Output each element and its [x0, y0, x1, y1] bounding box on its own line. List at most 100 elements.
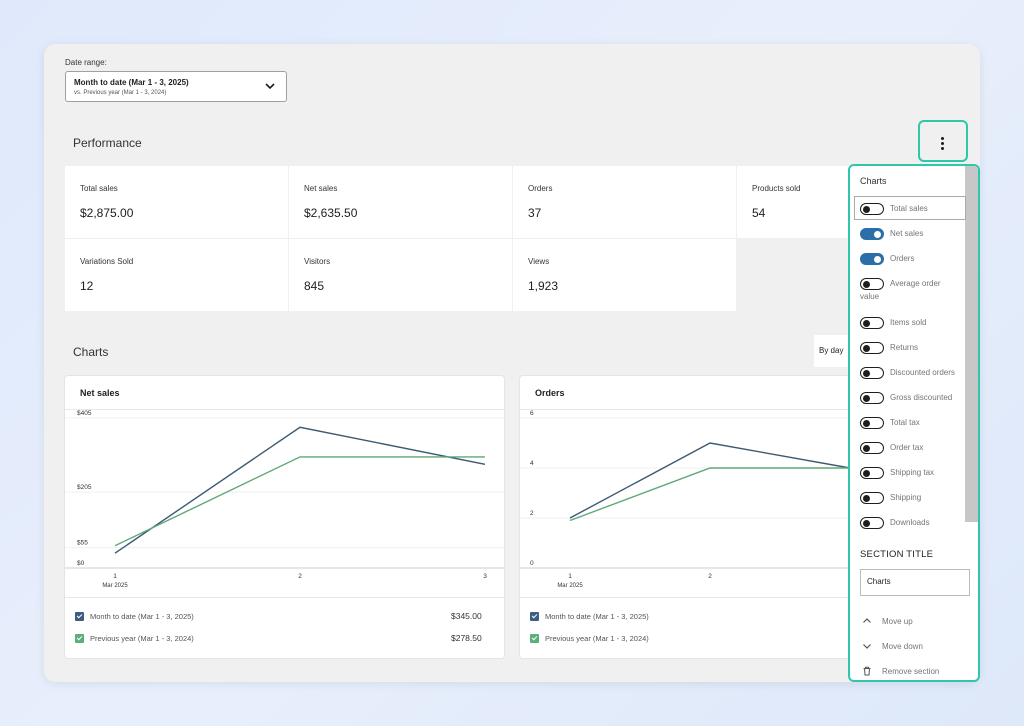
- toggle-switch[interactable]: [860, 492, 884, 504]
- stat-label: Variations Sold: [80, 257, 134, 266]
- stat-value: $2,635.50: [304, 206, 358, 220]
- toggle-switch[interactable]: [860, 317, 884, 329]
- charts-settings-menu: Charts Total sales Net sales Orders Aver…: [848, 164, 980, 682]
- checkbox-icon[interactable]: [75, 634, 84, 643]
- toggle-label-continued: value: [860, 292, 880, 301]
- series-line-current: [569, 442, 851, 519]
- checkbox-icon[interactable]: [530, 634, 539, 643]
- x-tick-label: 2: [298, 573, 302, 580]
- stat-value: $2,875.00: [80, 206, 134, 220]
- toggle-label: Gross discounted: [890, 393, 953, 402]
- analytics-panel: Date range: Month to date (Mar 1 - 3, 20…: [44, 44, 980, 682]
- stat-label: Visitors: [304, 257, 331, 266]
- scrollbar-thumb[interactable]: [965, 166, 978, 522]
- stat-value: 54: [752, 206, 766, 220]
- chevron-down-icon: [265, 83, 275, 90]
- toggle-switch[interactable]: [860, 417, 884, 429]
- divider: [65, 597, 504, 598]
- chevron-up-icon: [863, 618, 871, 623]
- toggle-switch[interactable]: [860, 342, 884, 354]
- kebab-dot-icon: [941, 147, 944, 150]
- x-tick-label: 1: [113, 573, 117, 580]
- toggle-label: Returns: [890, 343, 919, 352]
- toggle-switch[interactable]: [860, 392, 884, 404]
- y-tick-label: 6: [530, 410, 534, 417]
- toggle-switch[interactable]: [860, 442, 884, 454]
- stat-label: Net sales: [304, 184, 338, 193]
- stat-label: Views: [528, 257, 550, 266]
- x-tick-label: 1: [568, 573, 572, 580]
- y-tick-label: 4: [530, 460, 534, 467]
- stat-visitors[interactable]: Visitors 845: [289, 239, 512, 311]
- toggle-switch[interactable]: [860, 203, 884, 215]
- x-tick-label: 2: [708, 573, 712, 580]
- y-tick-label: $55: [77, 540, 88, 547]
- orders-chart: 0246123Mar 2025: [520, 410, 860, 589]
- toggle-label: Shipping: [890, 493, 922, 502]
- toggle-label: Shipping tax: [890, 468, 935, 477]
- date-range-select[interactable]: Month to date (Mar 1 - 3, 2025) vs. Prev…: [65, 71, 287, 102]
- net-sales-chart: $0 $55 $205 $405 1 2 3 Mar 2025: [65, 410, 504, 589]
- legend-label: Month to date (Mar 1 - 3, 2025): [90, 612, 194, 621]
- kebab-dot-icon: [941, 142, 944, 145]
- legend-label: Previous year (Mar 1 - 3, 2024): [545, 634, 649, 643]
- divider: [520, 597, 860, 598]
- section-title-label: SECTION TITLE: [860, 549, 934, 560]
- x-tick-label: 3: [483, 573, 487, 580]
- stat-views[interactable]: Views 1,923: [513, 239, 736, 311]
- date-range-compare: vs. Previous year (Mar 1 - 3, 2024): [74, 90, 167, 96]
- stat-label: Products sold: [752, 184, 801, 193]
- stat-variations-sold[interactable]: Variations Sold 12: [65, 239, 288, 311]
- toggle-switch[interactable]: [860, 467, 884, 479]
- toggle-label: Downloads: [890, 518, 930, 527]
- stat-net-sales[interactable]: Net sales $2,635.50: [289, 166, 512, 238]
- stat-value: 845: [304, 279, 325, 293]
- section-options-button[interactable]: [918, 120, 968, 162]
- legend-label: Previous year (Mar 1 - 3, 2024): [90, 634, 194, 643]
- stat-orders[interactable]: Orders 37: [513, 166, 736, 238]
- stat-total-sales[interactable]: Total sales $2,875.00: [65, 166, 288, 238]
- chart-card-net-sales: Net sales $0 $55 $205 $405 1 2 3 Mar 2025 Month…: [65, 376, 504, 658]
- y-tick-label: 2: [530, 510, 534, 517]
- toggle-switch[interactable]: [860, 228, 884, 240]
- toggle-label: Total tax: [890, 418, 920, 427]
- performance-title: Performance: [73, 136, 142, 150]
- checkbox-icon[interactable]: [530, 612, 539, 621]
- toggle-switch[interactable]: [860, 517, 884, 529]
- date-range-main: Month to date (Mar 1 - 3, 2025): [74, 78, 189, 87]
- checkbox-icon[interactable]: [75, 612, 84, 621]
- series-line-previous: [569, 467, 850, 522]
- legend-total: $345.00: [451, 611, 482, 621]
- series-line-previous: [114, 456, 485, 547]
- toggle-switch[interactable]: [860, 367, 884, 379]
- charts-section-title: Charts: [73, 345, 109, 359]
- remove-section-label: Remove section: [882, 667, 940, 676]
- kebab-dot-icon: [941, 137, 944, 140]
- toggle-label: Order tax: [890, 443, 924, 452]
- stat-label: Orders: [528, 184, 553, 193]
- toggle-label: Orders: [890, 254, 915, 263]
- series-line-current: [114, 426, 486, 554]
- toggle-label: Items sold: [890, 318, 927, 327]
- chart-title: Net sales: [80, 388, 120, 398]
- x-sublabel: Mar 2025: [102, 583, 128, 589]
- x-sublabel: Mar 2025: [557, 583, 583, 589]
- toggle-label: Discounted orders: [890, 368, 955, 377]
- toggle-switch[interactable]: [860, 278, 884, 290]
- y-tick-label: $0: [77, 560, 85, 567]
- toggle-label: Average order: [890, 279, 941, 288]
- stat-label: Total sales: [80, 184, 118, 193]
- toggle-switch[interactable]: [860, 253, 884, 265]
- toggle-label: Total sales: [890, 204, 928, 213]
- y-tick-label: $205: [77, 484, 92, 491]
- stat-value: 1,923: [528, 279, 559, 293]
- legend-label: Month to date (Mar 1 - 3, 2025): [545, 612, 649, 621]
- section-title-input[interactable]: Charts: [860, 569, 970, 596]
- stat-value: 37: [528, 206, 542, 220]
- chart-card-orders: Orders 0246123Mar 2025 Month to date (Ma…: [520, 376, 860, 658]
- date-range-label: Date range:: [65, 58, 107, 67]
- chevron-down-icon: [863, 644, 871, 649]
- move-up-label: Move up: [882, 617, 913, 626]
- y-tick-label: $405: [77, 410, 92, 417]
- toggle-label: Net sales: [890, 229, 924, 238]
